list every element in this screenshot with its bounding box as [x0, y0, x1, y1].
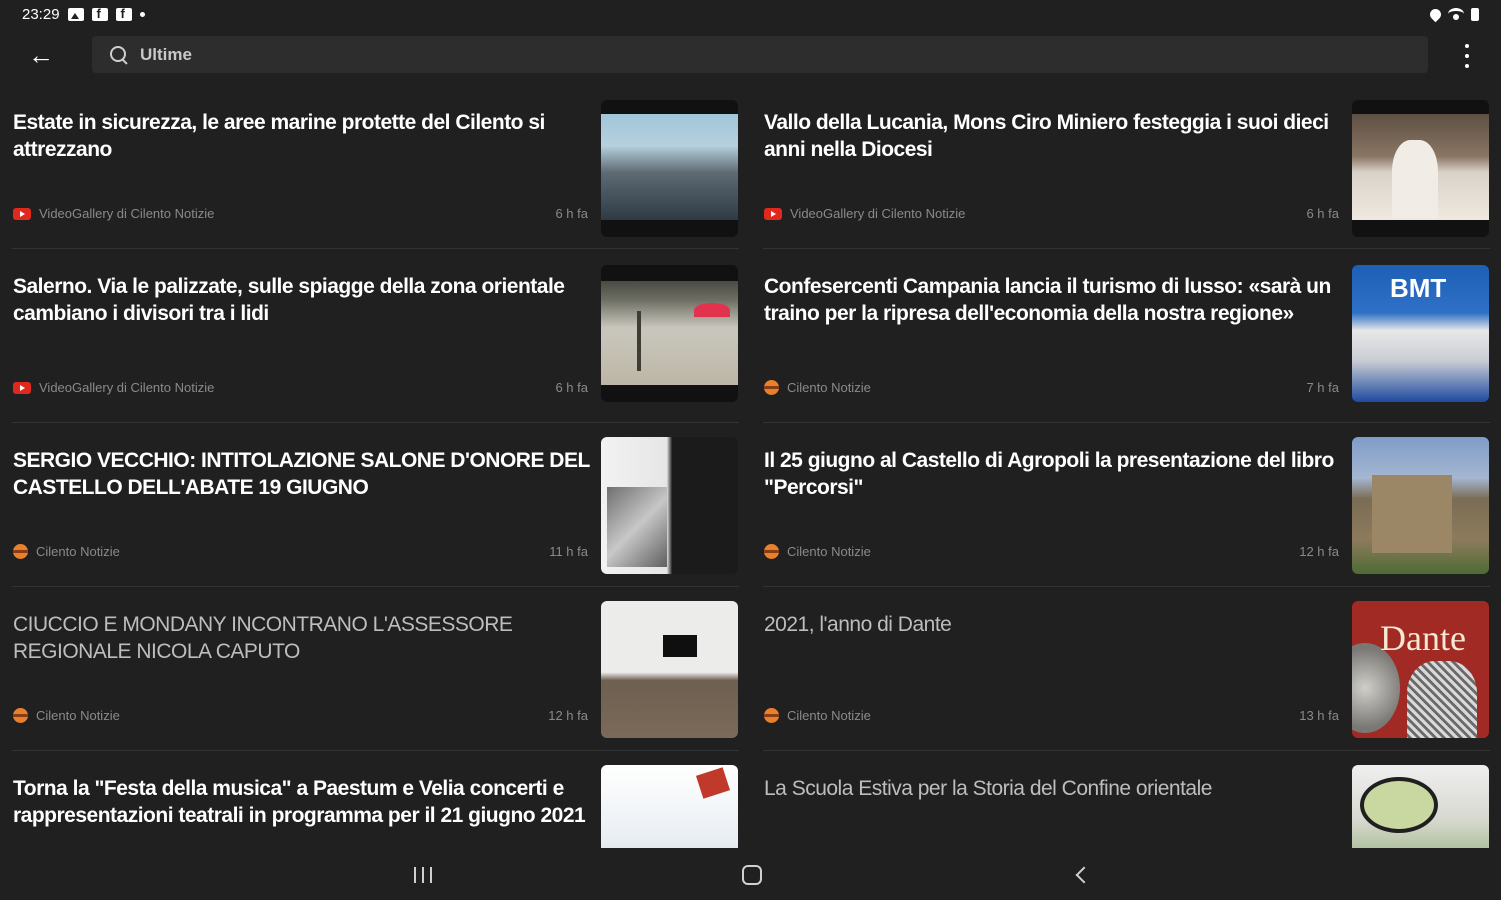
article-card[interactable]: Vallo della Lucania, Mons Ciro Miniero f…: [751, 96, 1491, 246]
article-thumbnail: [1352, 437, 1489, 574]
article-source-name: VideoGallery di Cilento Notizie: [39, 206, 215, 221]
row-divider: [763, 750, 1490, 751]
article-title: Il 25 giugno al Castello di Agropoli la …: [764, 449, 1334, 499]
battery-icon: [1471, 7, 1479, 21]
cilento-notizie-icon: [13, 544, 28, 559]
article-card[interactable]: CIUCCIO E MONDANY INCONTRANO L'ASSESSORE…: [0, 598, 740, 748]
status-right: [1427, 6, 1479, 22]
cilento-notizie-icon: [13, 708, 28, 723]
more-vert-icon: [1465, 44, 1469, 48]
article-source-name: Cilento Notizie: [787, 708, 871, 723]
search-query: Ultime: [140, 44, 192, 64]
article-source-name: Cilento Notizie: [36, 708, 120, 723]
article-title: Estate in sicurezza, le aree marine prot…: [13, 111, 545, 161]
facebook-notification-icon: [91, 6, 108, 21]
recent-apps-icon: [414, 867, 416, 883]
article-title: Vallo della Lucania, Mons Ciro Miniero f…: [764, 111, 1329, 161]
article-source-name: Cilento Notizie: [787, 544, 871, 559]
article-time: 13 h fa: [1299, 708, 1339, 723]
arrow-left-icon: ←: [28, 39, 54, 70]
article-title: Torna la "Festa della musica" a Paestum …: [13, 777, 586, 827]
recent-apps-button[interactable]: [414, 867, 432, 883]
cilento-notizie-icon: [764, 544, 779, 559]
status-time: 23:29: [22, 5, 60, 23]
article-thumbnail: [601, 265, 738, 402]
article-thumbnail: [1352, 100, 1489, 237]
row-divider: [763, 422, 1490, 423]
article-title: CIUCCIO E MONDANY INCONTRANO L'ASSESSORE…: [13, 613, 513, 663]
row-divider: [12, 422, 739, 423]
wifi-icon: [1448, 8, 1464, 20]
location-icon: [1427, 6, 1444, 22]
article-source: Cilento Notizie: [13, 544, 120, 559]
youtube-icon: [764, 207, 782, 220]
article-card[interactable]: Torna la "Festa della musica" a Paestum …: [0, 762, 740, 848]
more-options-button[interactable]: [1457, 44, 1477, 68]
status-bar: 23:29: [0, 0, 1501, 28]
article-card[interactable]: La Scuola Estiva per la Storia del Confi…: [751, 762, 1491, 848]
article-thumbnail: [601, 765, 738, 848]
back-button[interactable]: ←: [20, 40, 62, 70]
article-card[interactable]: Il 25 giugno al Castello di Agropoli la …: [751, 434, 1491, 584]
facebook-notification-icon-2: [115, 6, 132, 21]
article-card[interactable]: Estate in sicurezza, le aree marine prot…: [0, 96, 740, 246]
article-title: Confesercenti Campania lancia il turismo…: [764, 275, 1331, 325]
article-time: 6 h fa: [555, 380, 588, 395]
home-button[interactable]: [742, 865, 762, 885]
thumbnail-text: Dante: [1380, 618, 1466, 658]
row-divider: [763, 248, 1490, 249]
article-source-name: Cilento Notizie: [787, 380, 871, 395]
youtube-icon: [13, 207, 31, 220]
article-thumbnail: [601, 100, 738, 237]
article-source: Cilento Notizie: [764, 380, 871, 395]
article-card[interactable]: Confesercenti Campania lancia il turismo…: [751, 260, 1491, 410]
system-navigation-bar: [0, 848, 1501, 900]
article-thumbnail: [601, 437, 738, 574]
search-bar[interactable]: Ultime: [92, 36, 1428, 73]
article-card[interactable]: 2021, l'anno di Dante Cilento Notizie 13…: [751, 598, 1491, 748]
article-source: VideoGallery di Cilento Notizie: [764, 206, 965, 221]
article-time: 12 h fa: [548, 708, 588, 723]
article-time: 12 h fa: [1299, 544, 1339, 559]
row-divider: [12, 586, 739, 587]
article-title: 2021, l'anno di Dante: [764, 613, 952, 636]
article-source: Cilento Notizie: [764, 708, 871, 723]
article-thumbnail: [601, 601, 738, 738]
row-divider: [12, 750, 739, 751]
article-thumbnail: [1352, 265, 1489, 402]
article-title: La Scuola Estiva per la Storia del Confi…: [764, 777, 1212, 800]
article-title: SERGIO VECCHIO: INTITOLAZIONE SALONE D'O…: [13, 449, 590, 499]
gallery-notification-icon: [67, 7, 84, 21]
article-time: 6 h fa: [1306, 206, 1339, 221]
article-thumbnail: Dante: [1352, 601, 1489, 738]
article-source: Cilento Notizie: [13, 708, 120, 723]
row-divider: [12, 248, 739, 249]
status-left: 23:29: [22, 6, 145, 23]
article-card[interactable]: Salerno. Via le palizzate, sulle spiagge…: [0, 260, 740, 410]
system-back-button[interactable]: [1073, 866, 1091, 884]
article-time: 7 h fa: [1306, 380, 1339, 395]
article-source: Cilento Notizie: [764, 544, 871, 559]
row-divider: [763, 586, 1490, 587]
cilento-notizie-icon: [764, 708, 779, 723]
youtube-icon: [13, 381, 31, 394]
article-time: 6 h fa: [555, 206, 588, 221]
article-title: Salerno. Via le palizzate, sulle spiagge…: [13, 275, 565, 325]
cilento-notizie-icon: [764, 380, 779, 395]
more-notifications-dot-icon: [139, 11, 145, 17]
news-feed: Estate in sicurezza, le aree marine prot…: [0, 96, 1501, 848]
article-source-name: VideoGallery di Cilento Notizie: [790, 206, 966, 221]
article-card[interactable]: SERGIO VECCHIO: INTITOLAZIONE SALONE D'O…: [0, 434, 740, 584]
article-source: VideoGallery di Cilento Notizie: [13, 206, 214, 221]
top-toolbar: ← Ultime: [0, 30, 1501, 80]
article-thumbnail: [1352, 765, 1489, 848]
article-time: 11 h fa: [549, 544, 588, 559]
article-source-name: VideoGallery di Cilento Notizie: [39, 380, 215, 395]
search-icon: [110, 45, 128, 64]
article-source: VideoGallery di Cilento Notizie: [13, 380, 214, 395]
article-source-name: Cilento Notizie: [36, 544, 120, 559]
